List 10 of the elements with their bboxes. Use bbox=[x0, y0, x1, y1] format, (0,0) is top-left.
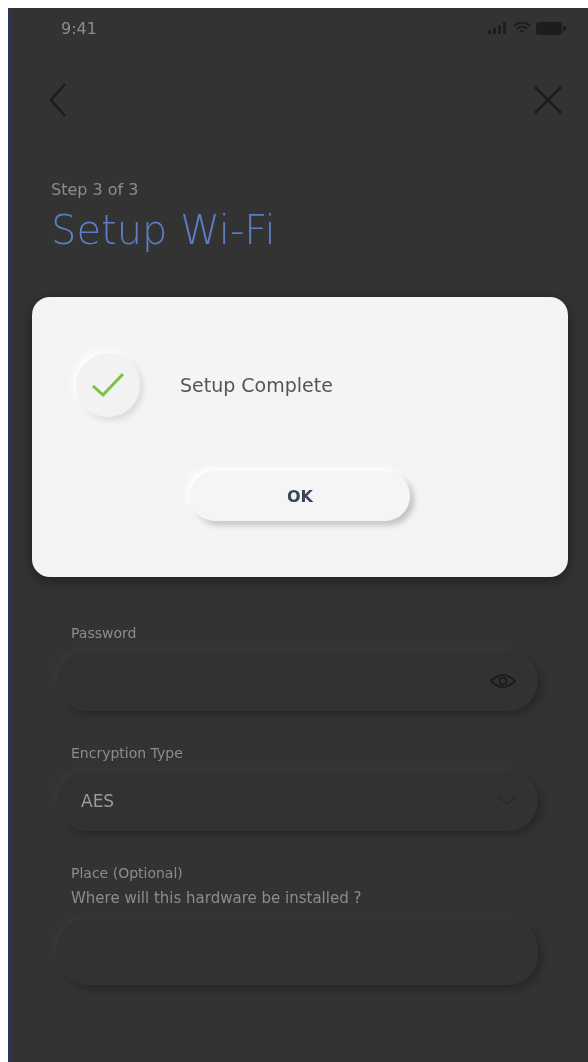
field-label: Encryption Type bbox=[71, 745, 184, 761]
encryption-dropdown[interactable]: AES bbox=[57, 771, 538, 831]
dialog-message: Setup Complete bbox=[180, 374, 333, 396]
field-label: Password bbox=[71, 625, 138, 641]
page-title: Setup Wi-Fi bbox=[51, 207, 277, 253]
ok-button[interactable]: OK bbox=[190, 471, 410, 521]
field-description: Where will this hardware be installed ? bbox=[71, 889, 363, 907]
status-time: 9:41 bbox=[61, 18, 97, 38]
step-indicator: Step 3 of 3 bbox=[51, 180, 140, 199]
field-label: Place (Optional) bbox=[71, 865, 184, 881]
